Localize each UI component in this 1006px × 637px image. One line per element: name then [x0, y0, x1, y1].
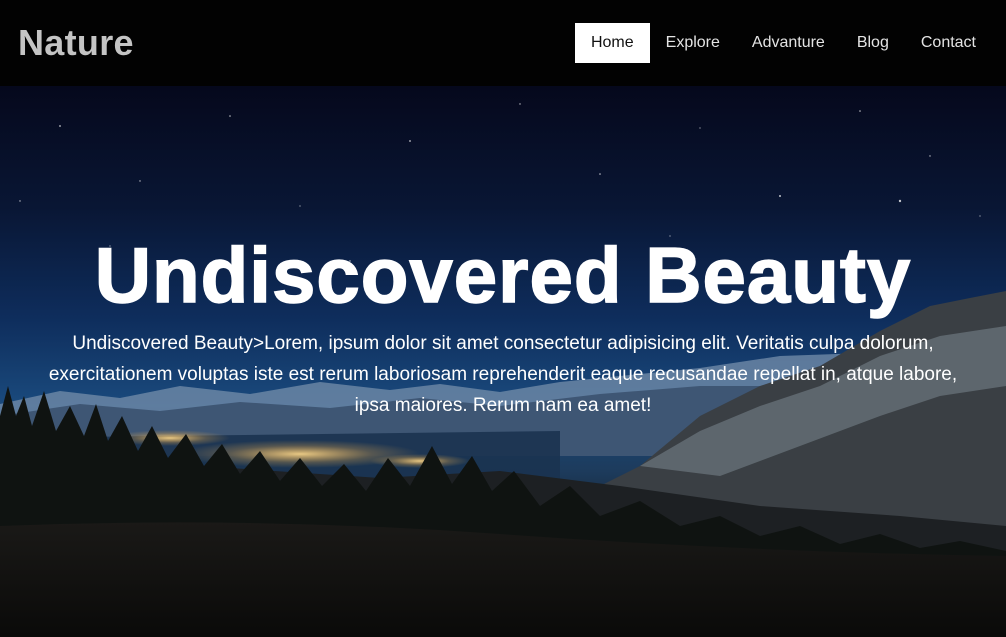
nav-item-explore[interactable]: Explore — [650, 23, 736, 63]
nav-item-home[interactable]: Home — [574, 23, 650, 63]
hero-title: Undiscovered Beauty — [94, 231, 912, 319]
nav-item-advanture[interactable]: Advanture — [736, 23, 841, 63]
hero-description: Undiscovered Beauty>Lorem, ipsum dolor s… — [48, 333, 958, 416]
nav-item-blog[interactable]: Blog — [841, 23, 905, 63]
brand-logo[interactable]: Nature — [18, 22, 134, 64]
nav-item-contact[interactable]: Contact — [905, 23, 992, 63]
navbar: Nature Home Explore Advanture Blog Conta… — [0, 0, 1006, 86]
hero-section: Undiscovered Beauty Undiscovered Beauty>… — [0, 86, 1006, 637]
nav-menu: Home Explore Advanture Blog Contact — [574, 23, 992, 63]
